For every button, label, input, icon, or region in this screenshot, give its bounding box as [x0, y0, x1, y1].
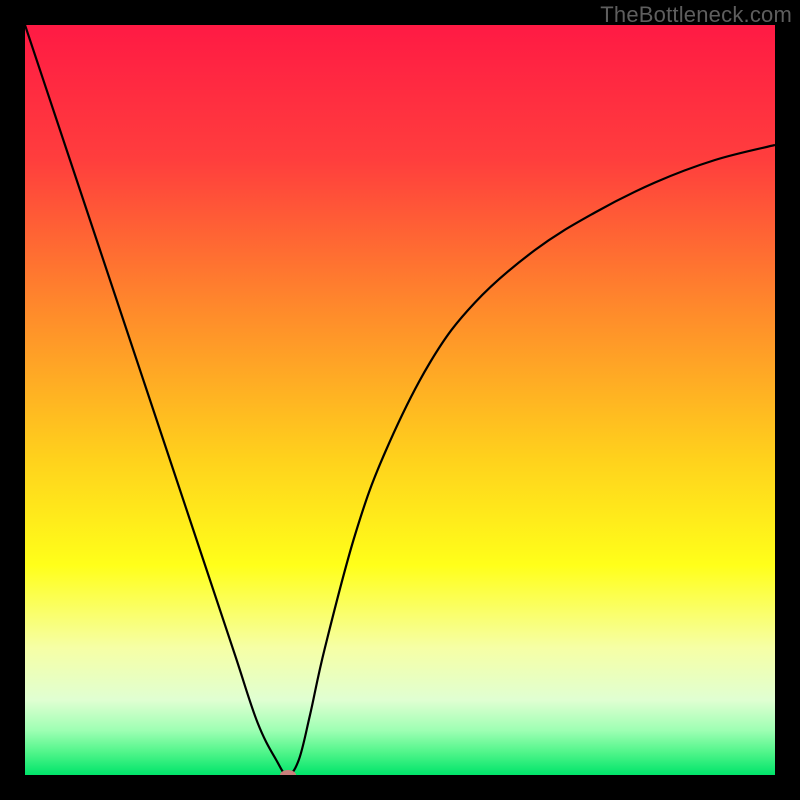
watermark-text: TheBottleneck.com [600, 2, 792, 28]
chart-frame: TheBottleneck.com [0, 0, 800, 800]
plot-area [25, 25, 775, 775]
minimum-marker [280, 770, 296, 775]
bottleneck-curve [25, 25, 775, 775]
